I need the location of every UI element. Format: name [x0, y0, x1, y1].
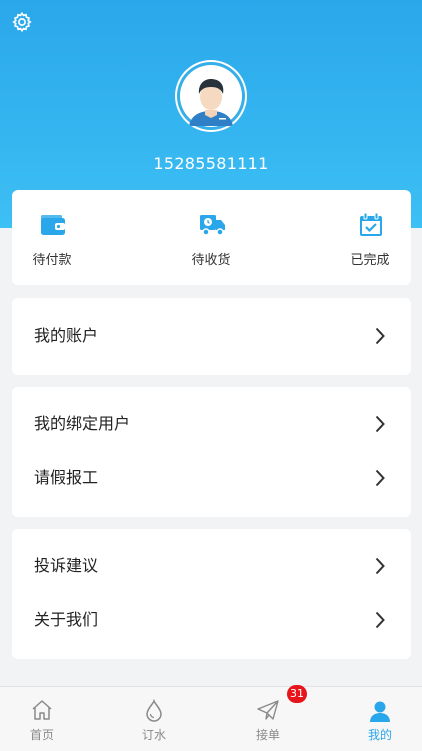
delivery-truck-icon — [200, 215, 225, 236]
tab-label: 首页 — [29, 728, 54, 742]
home-icon — [32, 700, 52, 720]
paper-plane-icon — [257, 700, 279, 720]
calendar-check-icon — [360, 212, 382, 236]
menu-item-bound-users[interactable]: 我的绑定用户 — [12, 398, 411, 450]
menu-item-my-account[interactable]: 我的账户 — [12, 310, 411, 362]
tab-mine[interactable]: 我的 — [338, 687, 422, 751]
phone-number: 15285581111 — [153, 154, 269, 173]
order-label: 待收货 — [191, 253, 231, 268]
menu-group-user: 我的绑定用户 请假报工 — [12, 387, 411, 517]
chevron-right-icon — [375, 327, 385, 345]
tab-home[interactable]: 首页 — [0, 687, 84, 751]
wallet-icon — [41, 215, 65, 235]
chevron-right-icon — [375, 469, 385, 487]
person-icon — [370, 701, 390, 722]
chevron-right-icon — [375, 415, 385, 433]
menu-item-label: 我的绑定用户 — [34, 414, 131, 433]
menu-group-about: 投诉建议 关于我们 — [12, 529, 411, 659]
gear-icon[interactable] — [11, 11, 33, 33]
avatar[interactable] — [175, 60, 247, 132]
order-pending-receipt[interactable]: 待收货 — [171, 190, 251, 285]
order-status-card: 待付款 待收货 已完成 — [12, 190, 411, 285]
menu-item-label: 我的账户 — [34, 326, 99, 345]
notification-badge: 31 — [287, 685, 307, 703]
menu-item-label: 关于我们 — [34, 610, 99, 629]
order-label: 待付款 — [32, 253, 72, 268]
tab-label: 订水 — [141, 728, 166, 742]
menu-item-about-us[interactable]: 关于我们 — [12, 594, 411, 646]
order-label: 已完成 — [350, 253, 390, 268]
chevron-right-icon — [375, 611, 385, 629]
tab-label: 接单 — [255, 728, 280, 742]
user-avatar-icon — [177, 62, 245, 130]
chevron-right-icon — [375, 557, 385, 575]
order-completed[interactable]: 已完成 — [330, 190, 410, 285]
menu-group-account: 我的账户 — [12, 298, 411, 375]
menu-item-leave-report[interactable]: 请假报工 — [12, 452, 411, 504]
tab-label: 我的 — [367, 728, 392, 742]
order-pending-payment[interactable]: 待付款 — [12, 190, 92, 285]
tab-order-water[interactable]: 订水 — [112, 687, 196, 751]
water-drop-icon — [146, 699, 162, 722]
menu-item-label: 投诉建议 — [34, 556, 99, 575]
menu-item-label: 请假报工 — [34, 468, 99, 487]
menu-item-complaints[interactable]: 投诉建议 — [12, 540, 411, 592]
bottom-tab-bar: 首页 订水 接单 我的 — [0, 686, 422, 751]
